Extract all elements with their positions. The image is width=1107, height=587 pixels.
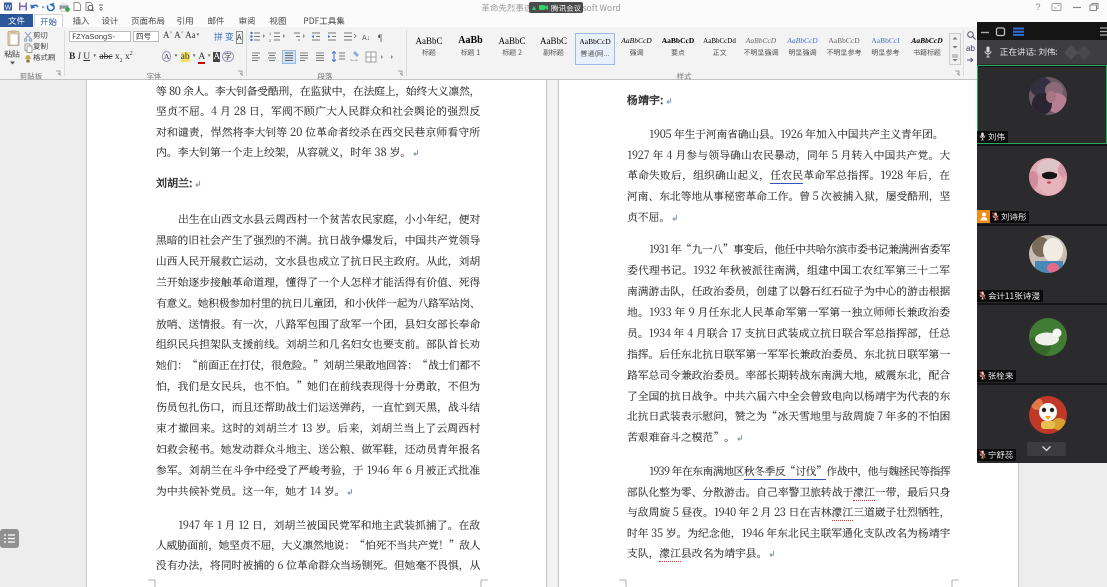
svg-text:W: W xyxy=(5,4,12,11)
svg-text:?: ? xyxy=(1035,2,1040,12)
svg-text:2: 2 xyxy=(269,38,272,43)
svg-text:¶: ¶ xyxy=(378,33,382,43)
svg-text:A↓: A↓ xyxy=(362,35,370,42)
svg-text:ab: ab xyxy=(966,44,975,53)
svg-text:1: 1 xyxy=(269,31,272,36)
